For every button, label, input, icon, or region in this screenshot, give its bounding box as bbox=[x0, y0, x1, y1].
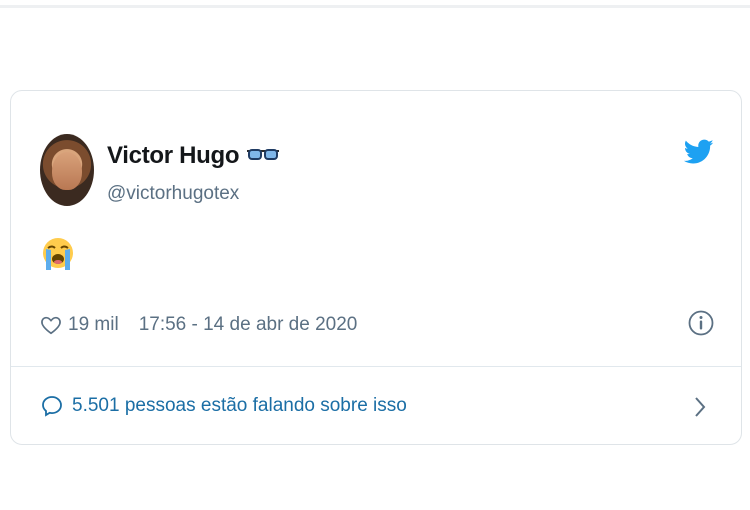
top-divider bbox=[0, 5, 750, 8]
conversation-text[interactable]: 5.501 pessoas estão falando sobre isso bbox=[72, 395, 407, 417]
glasses-icon bbox=[247, 149, 279, 160]
conversation-link[interactable]: 5.501 pessoas estão falando sobre isso bbox=[40, 391, 407, 421]
speech-bubble-icon bbox=[42, 396, 62, 417]
author-name[interactable]: Victor Hugo bbox=[107, 142, 240, 170]
tweet-timestamp[interactable]: 17:56 - 14 de abr de 2020 bbox=[139, 314, 358, 336]
twitter-bird-icon[interactable] bbox=[684, 139, 714, 165]
heart-icon[interactable] bbox=[40, 314, 62, 336]
embedded-tweet-card[interactable]: Victor Hugo @victorhugotex 19 mil 17:56 … bbox=[10, 90, 742, 445]
avatar-face bbox=[52, 152, 82, 190]
tweet-meta: 19 mil 17:56 - 14 de abr de 2020 bbox=[40, 311, 357, 339]
avatar[interactable] bbox=[40, 134, 94, 206]
info-icon[interactable] bbox=[688, 310, 714, 336]
loudly-crying-face-emoji bbox=[43, 238, 73, 270]
likes-count[interactable]: 19 mil bbox=[68, 314, 119, 336]
author-handle[interactable]: @victorhugotex bbox=[107, 182, 239, 206]
card-divider bbox=[11, 366, 741, 367]
chevron-right-icon[interactable] bbox=[692, 394, 708, 420]
